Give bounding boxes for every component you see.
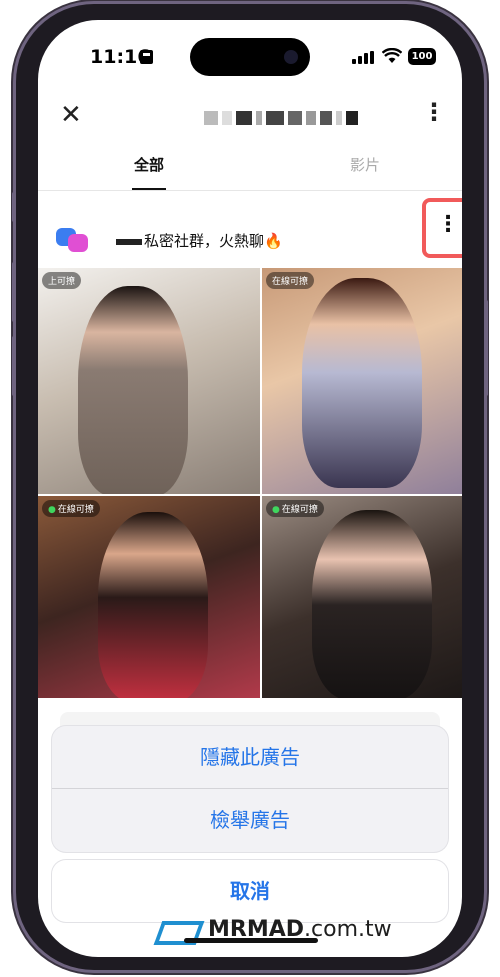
power-button bbox=[484, 300, 488, 396]
ad-photo[interactable]: 在線可撩 bbox=[262, 268, 462, 494]
active-tab-indicator bbox=[132, 188, 166, 190]
battery-icon: 100 bbox=[408, 48, 436, 65]
tab-bar: 全部 影片 bbox=[38, 148, 462, 191]
home-indicator[interactable] bbox=[184, 938, 318, 943]
side-button bbox=[12, 192, 16, 222]
live-badge: 在線可撩 bbox=[42, 500, 100, 517]
more-vertical-icon: ⋮ bbox=[437, 212, 459, 237]
volume-down-button bbox=[12, 336, 16, 396]
redacted-text bbox=[116, 238, 142, 245]
signal-icon bbox=[352, 51, 374, 64]
ad-photo[interactable]: 在線可撩 bbox=[38, 496, 260, 698]
tab-video[interactable]: 影片 bbox=[350, 154, 380, 175]
chat-bubbles-icon bbox=[56, 228, 90, 252]
hide-ad-button[interactable]: 隱藏此廣告 bbox=[52, 726, 448, 789]
notification-icon bbox=[140, 50, 153, 64]
live-badge: 在線可撩 bbox=[266, 500, 324, 517]
photo-subject bbox=[312, 510, 432, 698]
photo-subject bbox=[98, 512, 208, 698]
camera-icon bbox=[284, 50, 298, 64]
photo-subject bbox=[78, 286, 188, 494]
dynamic-island bbox=[190, 38, 310, 76]
ad-header: 私密社群，火熱聊🔥 bbox=[38, 216, 462, 266]
top-bar: ✕ ⋮ bbox=[38, 92, 462, 142]
more-vertical-icon[interactable]: ⋮ bbox=[422, 98, 446, 126]
live-badge: 上可撩 bbox=[42, 272, 82, 289]
ad-photo[interactable]: 在線可撩 bbox=[262, 496, 462, 698]
wifi-icon bbox=[381, 47, 403, 68]
ad-image-grid[interactable]: 上可撩 在線可撩 在線可撩 在線可撩 bbox=[38, 268, 462, 698]
ad-menu-button[interactable]: ⋮ bbox=[422, 198, 462, 258]
tab-all[interactable]: 全部 bbox=[134, 154, 164, 175]
report-ad-button[interactable]: 檢舉廣告 bbox=[52, 789, 448, 851]
page-title-redacted bbox=[204, 111, 358, 125]
photo-subject bbox=[302, 278, 422, 488]
phone-screen: 11:16 100 ✕ ⋮ 全部 影片 私密社群，火熱聊🔥 ⋮ 上可撩 在線可撩… bbox=[38, 20, 462, 957]
ad-title: 私密社群，火熱聊🔥 bbox=[116, 230, 283, 251]
close-icon[interactable]: ✕ bbox=[60, 100, 82, 130]
action-sheet: 隱藏此廣告 檢舉廣告 bbox=[52, 726, 448, 852]
ad-title-text: 私密社群，火熱聊🔥 bbox=[144, 232, 283, 250]
ad-photo[interactable]: 上可撩 bbox=[38, 268, 260, 494]
live-badge: 在線可撩 bbox=[266, 272, 315, 289]
status-bar: 11:16 100 bbox=[38, 20, 462, 90]
volume-up-button bbox=[12, 262, 16, 322]
